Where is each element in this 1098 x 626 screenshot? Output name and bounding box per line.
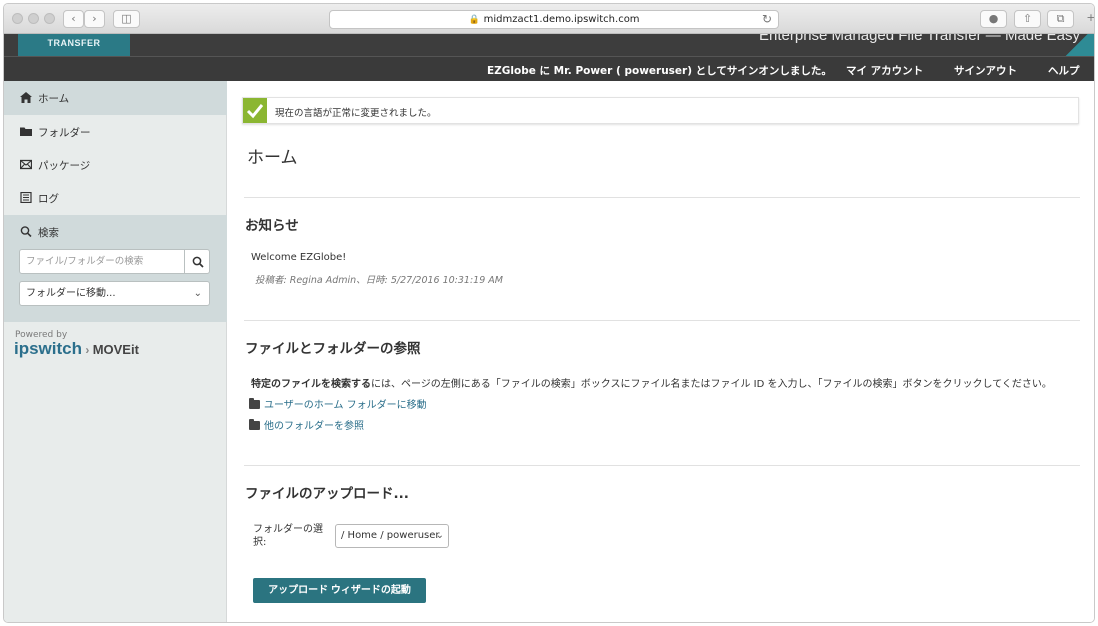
- announcements-heading: お知らせ: [245, 218, 299, 234]
- announcement-posted-by: 投稿者: Regina Admin、日時: 5/27/2016 10:31:19…: [255, 275, 503, 286]
- goto-folder-value: フォルダーに移動...: [26, 288, 116, 299]
- search-label: 検索: [38, 227, 59, 239]
- sidebar-item-label: ログ: [38, 193, 59, 205]
- search-button[interactable]: [184, 249, 210, 274]
- search-input[interactable]: ファイル/フォルダーの検索: [19, 249, 185, 274]
- folder-icon: [20, 127, 32, 136]
- chevron-left-icon: ‹: [71, 12, 76, 25]
- divider: [244, 465, 1080, 466]
- search-icon: [192, 256, 204, 268]
- close-window-button[interactable]: [12, 13, 23, 24]
- sidebar-toggle-button[interactable]: ◫: [113, 10, 140, 28]
- upload-folder-select[interactable]: / Home / poweruser ⌄: [335, 524, 449, 548]
- forward-button[interactable]: ›: [84, 10, 105, 28]
- chevron-down-icon: ⌄: [193, 288, 202, 299]
- divider: [244, 320, 1080, 321]
- sidebar-item-label: フォルダー: [38, 127, 91, 139]
- zoom-window-button[interactable]: [44, 13, 55, 24]
- chevron-right-icon: ›: [82, 343, 93, 357]
- upload-folder-value: / Home / poweruser: [341, 530, 440, 541]
- download-icon: ●: [988, 12, 999, 25]
- home-icon: [20, 92, 32, 103]
- alert-message: 現在の言語が正常に変更されました。: [275, 108, 437, 119]
- chevron-right-icon: ›: [92, 12, 97, 25]
- sidebar-item-folders[interactable]: フォルダー: [4, 115, 227, 149]
- address-bar[interactable]: 🔒 midmzact1.demo.ipswitch.com ↻: [329, 10, 779, 29]
- corner-decoration: [1064, 34, 1094, 56]
- sign-out-link[interactable]: サインアウト: [954, 63, 1017, 78]
- announcement-message: Welcome EZGlobe!: [251, 252, 347, 263]
- folder-icon: [249, 398, 260, 409]
- brand-bar: TRANSFER Enterprise Managed File Transfe…: [4, 34, 1094, 56]
- moveit-transfer-logo[interactable]: TRANSFER: [18, 34, 130, 56]
- checkmark-icon: [243, 98, 267, 123]
- sidebar-item-label: パッケージ: [38, 160, 91, 172]
- sidebar: ホーム フォルダー パッケージ ログ 検索 ファイル/フォルダーの検索 フォルダ…: [4, 81, 227, 622]
- envelope-icon: [20, 159, 32, 170]
- folder-select-label: フォルダーの選択:: [253, 524, 323, 548]
- browser-window: ‹ › ◫ 🔒 midmzact1.demo.ipswitch.com ↻ ● ⇧…: [3, 3, 1095, 623]
- home-folder-link[interactable]: ユーザーのホーム フォルダーに移動: [249, 396, 427, 411]
- sidebar-item-home[interactable]: ホーム: [4, 81, 227, 115]
- lock-icon: 🔒: [468, 15, 480, 25]
- my-account-link[interactable]: マイ アカウント: [846, 63, 923, 78]
- share-button[interactable]: ⇧: [1014, 10, 1041, 28]
- new-tab-button[interactable]: +: [1084, 10, 1095, 28]
- search-section: 検索 ファイル/フォルダーの検索 フォルダーに移動... ⌄: [4, 215, 227, 322]
- launch-upload-wizard-button[interactable]: アップロード ウィザードの起動: [253, 578, 426, 603]
- tabs-icon: ⧉: [1056, 12, 1065, 25]
- main-content: 現在の言語が正常に変更されました。 ホーム お知らせ Welcome EZGlo…: [227, 81, 1094, 622]
- success-alert: 現在の言語が正常に変更されました。: [242, 97, 1079, 124]
- downloads-button[interactable]: ●: [980, 10, 1007, 28]
- url-text: midmzact1.demo.ipswitch.com: [483, 14, 640, 25]
- signed-in-text: EZGlobe に Mr. Power ( poweruser) としてサインオ…: [487, 65, 832, 77]
- sidebar-item-packages[interactable]: パッケージ: [4, 148, 227, 182]
- reload-icon[interactable]: ↻: [762, 11, 772, 28]
- product-tagline: Enterprise Managed File Transfer — Made …: [759, 34, 1080, 44]
- share-icon: ⇧: [1022, 12, 1033, 25]
- tabs-button[interactable]: ⧉: [1047, 10, 1074, 28]
- browse-heading: ファイルとフォルダーの参照: [245, 341, 421, 357]
- sidebar-icon: ◫: [121, 12, 132, 25]
- divider: [244, 197, 1080, 198]
- page-title: ホーム: [247, 148, 298, 168]
- search-heading: 検索: [4, 215, 227, 249]
- browser-toolbar: ‹ › ◫ 🔒 midmzact1.demo.ipswitch.com ↻ ● ⇧…: [4, 4, 1094, 34]
- browse-instructions: 特定のファイルを検索するには、ページの左側にある「ファイルの検索」ボックスにファ…: [251, 379, 1052, 390]
- log-icon: [20, 192, 32, 203]
- search-icon: [20, 226, 32, 237]
- sidebar-item-log[interactable]: ログ: [4, 181, 227, 215]
- minimize-window-button[interactable]: [28, 13, 39, 24]
- help-link[interactable]: ヘルプ: [1048, 63, 1080, 78]
- chevron-down-icon: ⌄: [435, 530, 444, 541]
- ipswitch-moveit-logo: ipswitch › MOVEit: [14, 339, 139, 358]
- plus-icon: +: [1086, 11, 1095, 24]
- back-button[interactable]: ‹: [63, 10, 84, 28]
- folder-icon: [249, 419, 260, 430]
- top-nav: EZGlobe に Mr. Power ( poweruser) としてサインオ…: [4, 56, 1094, 81]
- upload-heading: ファイルのアップロード...: [245, 486, 409, 502]
- goto-folder-select[interactable]: フォルダーに移動... ⌄: [19, 281, 210, 306]
- sidebar-item-label: ホーム: [38, 93, 70, 105]
- browse-other-folders-link[interactable]: 他のフォルダーを参照: [249, 417, 364, 432]
